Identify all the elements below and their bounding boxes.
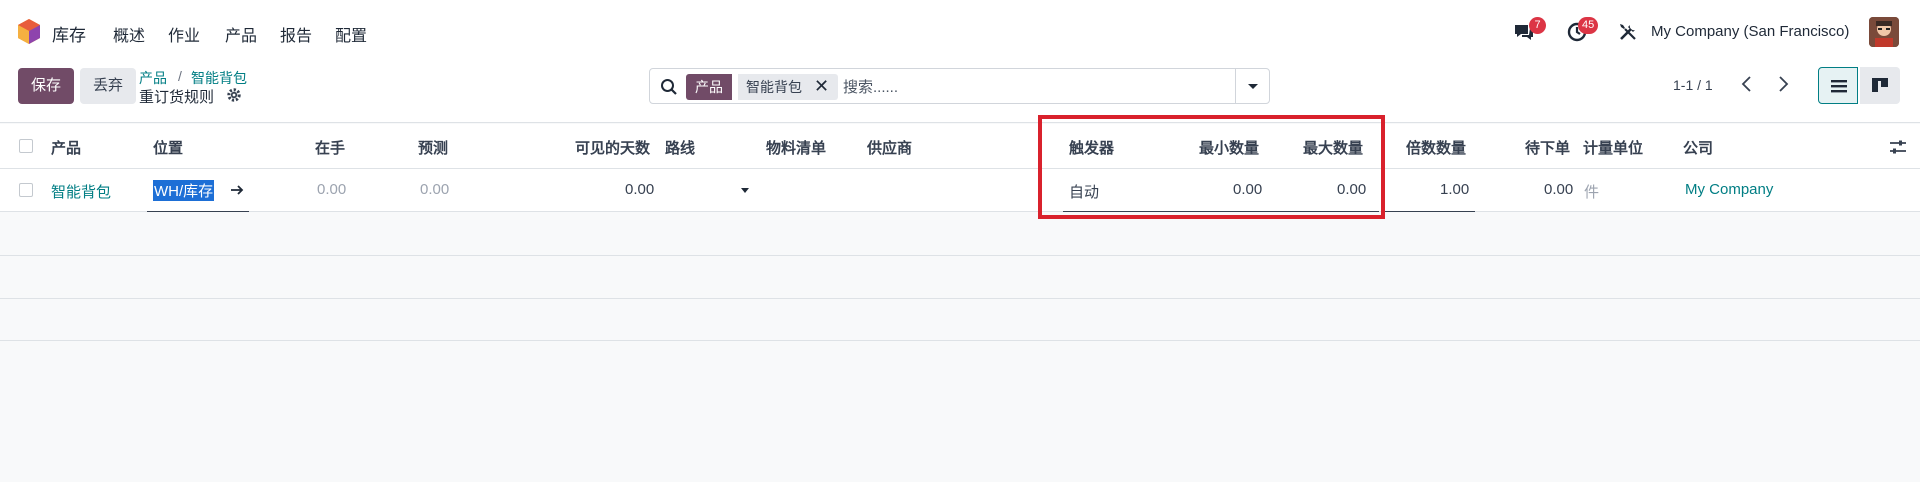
save-button[interactable]: 保存 [18, 68, 74, 104]
cell-forecast: 0.00 [420, 181, 450, 198]
menu-products[interactable]: 产品 [225, 22, 257, 46]
column-header-forecast[interactable]: 预测 [418, 137, 448, 158]
control-panel: 保存 丢弃 产品 / 智能背包 重订货规则 产品 智能背包 ✕ 1-1 / 1 [0, 64, 1920, 123]
pager-next-icon[interactable] [1773, 74, 1793, 94]
internal-link-arrow-icon[interactable] [229, 182, 245, 198]
cell-multiple-qty[interactable]: 1.00 [1440, 181, 1469, 198]
search-options-toggle[interactable] [1235, 69, 1269, 103]
messages-badge: 7 [1529, 17, 1546, 34]
column-header-vendor[interactable]: 供应商 [867, 137, 912, 158]
column-header-location[interactable]: 位置 [153, 137, 183, 158]
menu-reporting[interactable]: 报告 [280, 22, 312, 46]
search-icon[interactable] [660, 78, 678, 96]
menu-operations[interactable]: 作业 [168, 22, 200, 46]
column-header-uom[interactable]: 计量单位 [1583, 137, 1643, 158]
company-switcher[interactable]: My Company (San Francisco) [1651, 23, 1849, 40]
kanban-view-icon [1872, 78, 1888, 92]
app-name[interactable]: 库存 [52, 21, 86, 46]
menu-overview[interactable]: 概述 [113, 22, 145, 46]
cell-location[interactable]: WH/库存 [153, 180, 215, 201]
cell-uom[interactable]: 件 [1584, 181, 1599, 202]
column-header-product[interactable]: 产品 [51, 137, 81, 158]
caret-down-icon [1248, 84, 1258, 89]
cell-to-order: 0.00 [1544, 181, 1574, 198]
column-header-bom[interactable]: 物料清单 [766, 137, 826, 158]
highlight-box [1038, 115, 1385, 219]
list-view-button[interactable] [1818, 67, 1858, 104]
page-title: 重订货规则 [139, 89, 215, 106]
column-header-visible-days[interactable]: 可见的天数 [575, 137, 650, 158]
row-checkbox[interactable] [19, 183, 33, 197]
gear-icon[interactable] [226, 87, 242, 103]
column-header-multiple-qty[interactable]: 倍数数量 [1406, 137, 1466, 158]
empty-table-row [0, 214, 1920, 256]
breadcrumb-separator: / [178, 68, 182, 84]
column-header-route[interactable]: 路线 [665, 137, 695, 158]
discard-button[interactable]: 丢弃 [80, 68, 136, 104]
route-dropdown-caret-icon[interactable] [741, 188, 749, 194]
cell-visible-days[interactable]: 0.00 [625, 181, 654, 198]
column-header-to-order[interactable]: 待下单 [1525, 137, 1570, 158]
select-all-checkbox[interactable] [19, 139, 33, 153]
user-avatar[interactable] [1869, 17, 1899, 47]
empty-table-row [0, 257, 1920, 299]
column-header-company[interactable]: 公司 [1683, 137, 1713, 158]
top-navbar: 库存 概述 作业 产品 报告 配置 7 45 My Company (San F… [0, 0, 1920, 64]
pager-previous-icon[interactable] [1737, 74, 1757, 94]
multiple-qty-underline [1385, 211, 1475, 212]
breadcrumb-products[interactable]: 产品 [139, 68, 167, 88]
column-header-on-hand[interactable]: 在手 [315, 137, 345, 158]
search-input[interactable] [843, 74, 1183, 100]
inventory-app-icon[interactable] [18, 19, 40, 44]
cell-company[interactable]: My Company [1685, 181, 1773, 198]
tools-icon[interactable] [1616, 20, 1640, 44]
list-view-icon [1831, 80, 1847, 93]
activity-badge: 45 [1578, 17, 1599, 34]
location-field[interactable]: WH/库存 [147, 169, 249, 212]
table-row[interactable]: 智能背包 WH/库存 0.00 0.00 0.00 自动 0.00 0.00 1… [0, 169, 1920, 212]
cell-on-hand: 0.00 [317, 181, 347, 198]
cell-product[interactable]: 智能背包 [51, 181, 111, 202]
kanban-view-button[interactable] [1860, 67, 1900, 104]
facet-close-icon[interactable]: ✕ [814, 75, 829, 97]
empty-table-row [0, 299, 1920, 341]
pager-value[interactable]: 1-1 / 1 [1673, 77, 1713, 93]
menu-configuration[interactable]: 配置 [335, 22, 367, 46]
search-bar: 产品 智能背包 ✕ [649, 68, 1270, 104]
optional-columns-icon[interactable] [1889, 139, 1907, 155]
table-header: 产品 位置 在手 预测 可见的天数 路线 物料清单 供应商 触发器 最小数量 最… [0, 124, 1920, 169]
search-facet-label: 产品 [686, 74, 732, 100]
breadcrumb-product[interactable]: 智能背包 [191, 68, 247, 88]
